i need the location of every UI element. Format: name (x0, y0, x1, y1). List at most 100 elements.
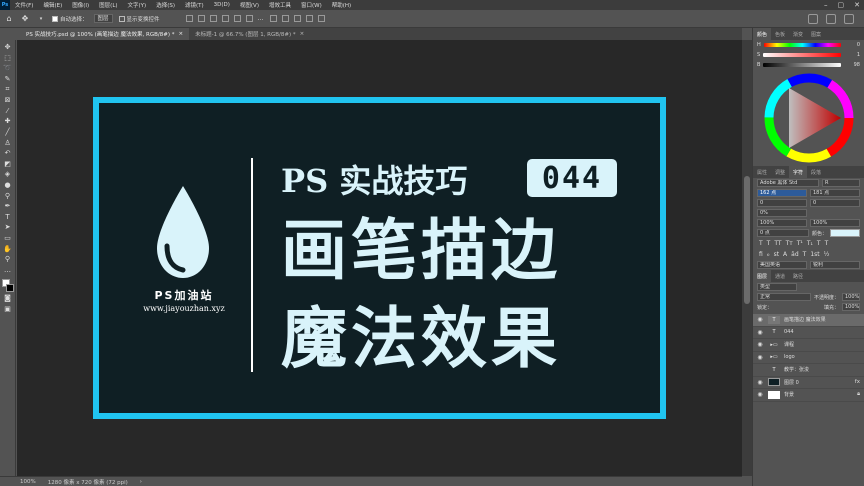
superscript-button[interactable]: T¹ (797, 240, 803, 247)
blur-tool-icon[interactable]: ● (2, 180, 14, 191)
type-tool-icon[interactable]: T (2, 212, 14, 223)
tab-swatches[interactable]: 色板 (771, 28, 789, 40)
dropdown-caret-icon[interactable]: ▾ (36, 14, 46, 24)
tab-color[interactable]: 颜色 (753, 28, 772, 40)
layer-row[interactable]: T 教学：张浚 (753, 364, 864, 377)
close-icon[interactable]: ✕ (854, 1, 860, 9)
scale-icon[interactable] (317, 15, 325, 22)
faux-italic-button[interactable]: T (767, 240, 771, 247)
tab-paragraph[interactable]: 段落 (807, 166, 825, 178)
tab-paths[interactable]: 路径 (789, 270, 807, 282)
layer-row[interactable]: ◉ 图层 0 fx (753, 377, 864, 389)
tab-properties[interactable]: 属性 (753, 166, 771, 178)
chevron-right-icon[interactable]: › (140, 479, 142, 485)
slide-icon[interactable] (305, 15, 313, 22)
menu-window[interactable]: 窗口(W) (296, 1, 327, 9)
small-caps-button[interactable]: Tт (786, 240, 793, 247)
align-bottom-icon[interactable] (245, 15, 253, 22)
tsume-field[interactable]: 0% (757, 209, 807, 217)
crop-tool-icon[interactable]: ⌗ (2, 84, 14, 95)
blend-mode-select[interactable]: 正常 (757, 293, 811, 301)
layer-row[interactable]: ◉ ▸▭ logo (753, 352, 864, 364)
eye-icon[interactable]: ◉ (756, 354, 764, 361)
zoom-level[interactable]: 100% (20, 479, 36, 485)
layer-row[interactable]: ◉ ▸▭ 课程 (753, 339, 864, 352)
strikethrough-button[interactable]: T (825, 240, 829, 247)
shape-tool-icon[interactable]: ▭ (2, 233, 14, 244)
hue-value[interactable]: 0 (844, 42, 860, 48)
eye-icon[interactable]: ◉ (756, 329, 764, 336)
baseline-shift-field[interactable]: 0 点 (757, 229, 809, 237)
align-center-icon[interactable] (197, 15, 205, 22)
brightness-slider[interactable] (763, 63, 841, 67)
layer-row[interactable]: ◉ 背景 🔒︎ (753, 389, 864, 402)
swash-button[interactable]: A (783, 251, 787, 258)
move-tool-icon[interactable]: ✥ (2, 42, 14, 53)
history-brush-icon[interactable]: ↶ (2, 148, 14, 159)
color-wheel-graphic[interactable] (753, 70, 864, 166)
quick-mask-icon[interactable]: ◙ (2, 293, 14, 304)
align-top-icon[interactable] (221, 15, 229, 22)
close-icon[interactable]: × (178, 31, 183, 37)
scrollbar-thumb[interactable] (744, 176, 750, 304)
tab-channels[interactable]: 通道 (771, 270, 789, 282)
paint-bucket-icon[interactable]: ◈ (2, 169, 14, 180)
tab-untitled-1[interactable]: 未标题-1 @ 66.7% (图层 1, RGB/8#) * × (189, 28, 310, 40)
tab-character[interactable]: 字符 (789, 166, 808, 178)
fill-field[interactable]: 100% (842, 303, 860, 311)
show-transform-checkbox[interactable]: 显示变换控件 (118, 15, 160, 23)
eraser-tool-icon[interactable]: ◩ (2, 159, 14, 170)
layer-row[interactable]: ◉ T 画笔描边 魔法效果 (753, 314, 864, 327)
color-wheel[interactable] (753, 70, 864, 166)
hue-slider[interactable] (763, 43, 841, 47)
vertical-scale-field[interactable]: 100% (757, 219, 807, 227)
dodge-tool-icon[interactable]: ⚲ (2, 190, 14, 201)
fx-icon[interactable]: fx (855, 379, 860, 385)
contextual-button[interactable]: ℴ (767, 251, 770, 258)
menu-view[interactable]: 视图(V) (235, 1, 264, 9)
stylistic-button[interactable]: ād (791, 251, 799, 258)
more-tools-icon[interactable]: … (2, 264, 14, 275)
orbit-icon[interactable] (281, 15, 289, 22)
menu-type[interactable]: 文字(Y) (123, 1, 152, 9)
menu-file[interactable]: 文件(F) (10, 1, 38, 9)
eye-icon[interactable]: ◉ (756, 341, 764, 348)
subscript-button[interactable]: T₁ (807, 240, 813, 247)
align-middle-icon[interactable] (233, 15, 241, 22)
layer-row[interactable]: ◉ T 044 (753, 327, 864, 339)
lasso-tool-icon[interactable]: ➰ (2, 63, 14, 74)
auto-select-target-select[interactable]: 图层 (93, 14, 113, 23)
text-color-swatch[interactable] (830, 229, 860, 237)
close-icon[interactable]: × (300, 31, 305, 37)
layer-filter-select[interactable]: 类型 (757, 283, 797, 291)
tracking-field[interactable]: 0 (810, 199, 860, 207)
tab-ps-shizhan[interactable]: PS 实战技巧.psd @ 100% (画笔描边 魔法效果, RGB/8#) *… (20, 28, 190, 40)
eye-icon[interactable]: ◉ (756, 316, 764, 323)
share-icon[interactable] (844, 14, 854, 24)
auto-select-checkbox[interactable]: 自动选择： (52, 15, 88, 23)
3d-mode-icon[interactable] (269, 15, 277, 22)
tab-layers[interactable]: 图层 (753, 270, 772, 282)
brush-tool-icon[interactable]: ╱ (2, 127, 14, 138)
fraction-button[interactable]: ½ (824, 251, 830, 258)
opacity-field[interactable]: 100% (842, 293, 860, 301)
menu-layer[interactable]: 图层(L) (94, 1, 122, 9)
background-swatch[interactable] (5, 284, 14, 293)
menu-image[interactable]: 图像(I) (67, 1, 94, 9)
discretionary-button[interactable]: st (774, 251, 779, 258)
zoom-tool-icon[interactable]: ⚲ (2, 254, 14, 265)
menu-help[interactable]: 帮助(H) (327, 1, 356, 9)
clone-stamp-icon[interactable]: ♙ (2, 137, 14, 148)
home-icon[interactable]: ⌂ (4, 14, 14, 24)
path-select-icon[interactable]: ➤ (2, 222, 14, 233)
pen-tool-icon[interactable]: ✒ (2, 201, 14, 212)
font-size-field[interactable]: 162 点 (757, 189, 807, 197)
menu-filter[interactable]: 滤镜(T) (180, 1, 209, 9)
antialias-select[interactable]: 锐利 (810, 261, 860, 269)
faux-bold-button[interactable]: T (759, 240, 763, 247)
eye-icon[interactable]: ◉ (756, 379, 764, 386)
quick-select-tool-icon[interactable]: ✎ (2, 74, 14, 85)
marquee-tool-icon[interactable]: ⬚ (2, 53, 14, 64)
align-right-icon[interactable] (209, 15, 217, 22)
pan-icon[interactable] (293, 15, 301, 22)
